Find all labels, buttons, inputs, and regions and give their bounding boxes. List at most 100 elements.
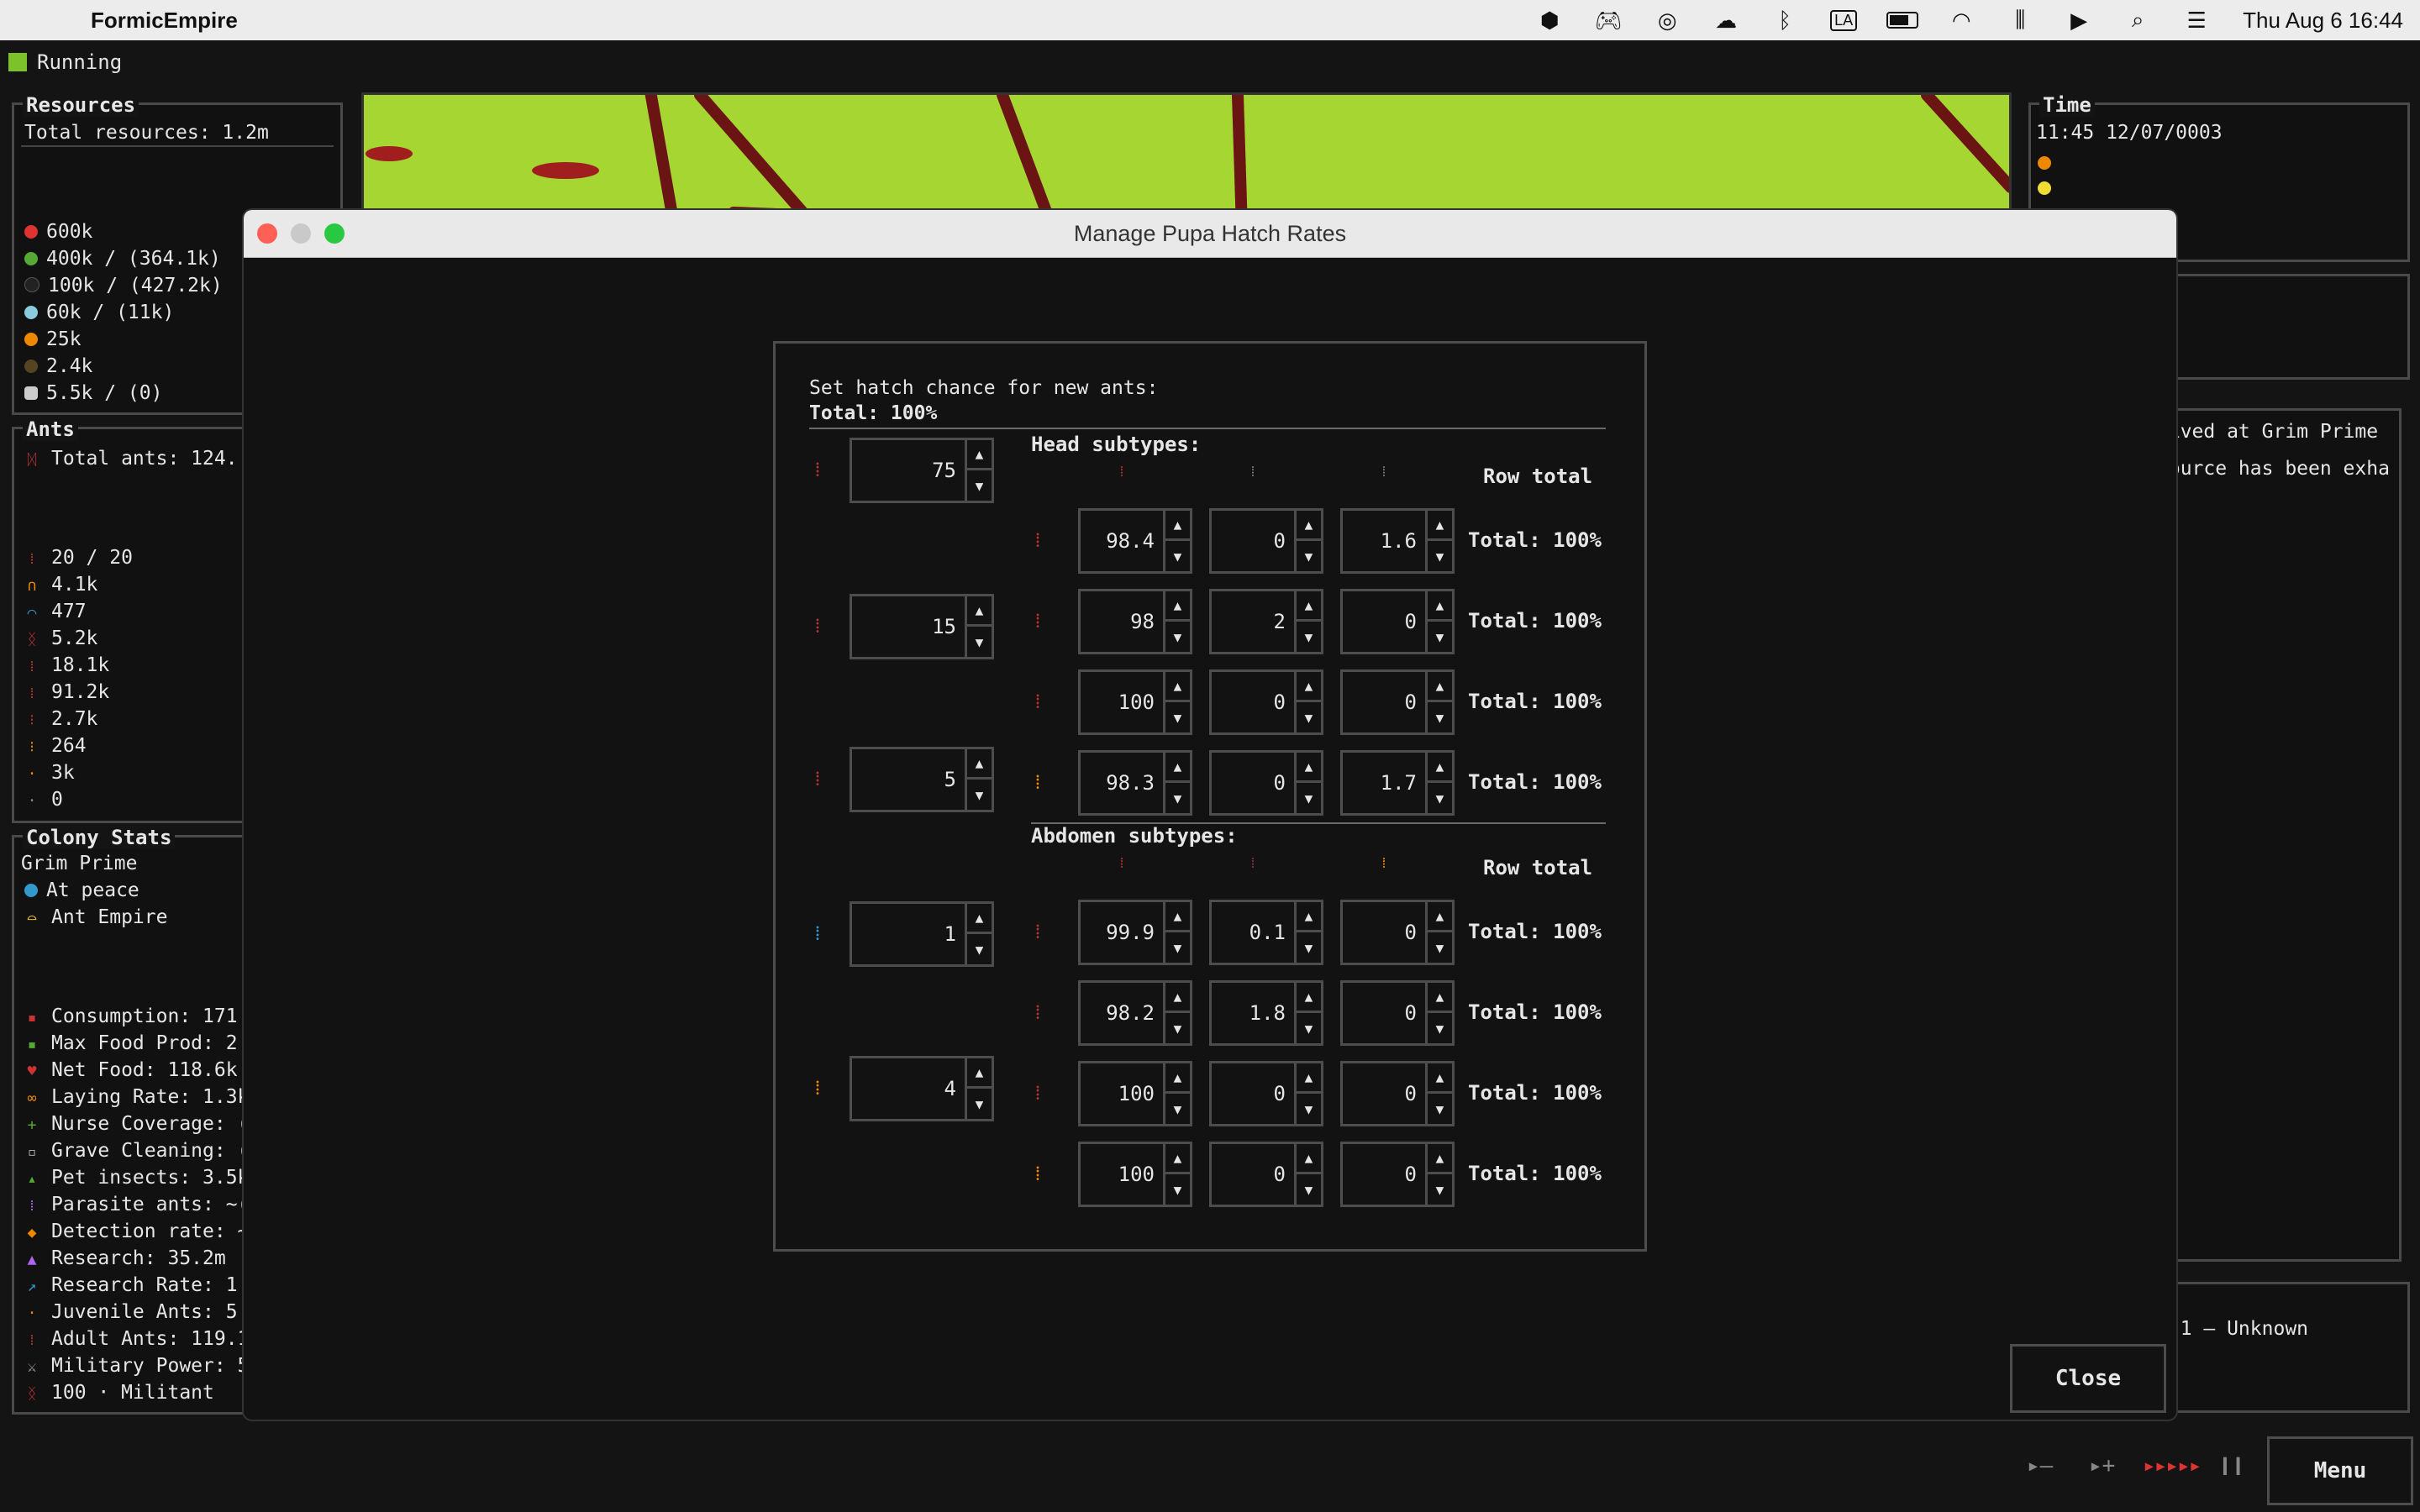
increment-arrow-icon[interactable]: ▲ [1428,508,1455,541]
increment-arrow-icon[interactable]: ▲ [1428,1061,1455,1094]
head-subtype-spinner-value[interactable]: 98.4 [1078,508,1165,574]
decrement-arrow-icon[interactable]: ▼ [1165,932,1192,965]
decrement-arrow-icon[interactable]: ▼ [967,627,994,659]
head-subtype-spinner-value[interactable]: 0 [1340,589,1428,654]
head-subtype-spinner[interactable]: 0 ▲ ▼ [1340,589,1455,654]
increment-arrow-icon[interactable]: ▲ [1428,980,1455,1013]
abdomen-subtype-spinner[interactable]: 98.2 ▲ ▼ [1078,980,1192,1046]
caste-chance-spinner-value[interactable]: 4 [850,1056,967,1121]
decrement-arrow-icon[interactable]: ▼ [1297,541,1323,574]
head-subtype-spinner-value[interactable]: 2 [1209,589,1297,654]
abdomen-subtype-spinner-value[interactable]: 100 [1078,1061,1165,1126]
decrement-arrow-icon[interactable]: ▼ [1165,783,1192,816]
decrement-arrow-icon[interactable]: ▼ [1165,702,1192,735]
abdomen-subtype-spinner[interactable]: 0 ▲ ▼ [1340,900,1455,965]
head-subtype-spinner[interactable]: 2 ▲ ▼ [1209,589,1323,654]
increment-arrow-icon[interactable]: ▲ [967,1056,994,1089]
decrement-arrow-icon[interactable]: ▼ [967,1089,994,1121]
head-subtype-spinner-value[interactable]: 1.7 [1340,750,1428,816]
increment-arrow-icon[interactable]: ▲ [1297,900,1323,932]
decrement-arrow-icon[interactable]: ▼ [1297,1174,1323,1207]
increment-arrow-icon[interactable]: ▲ [1428,669,1455,702]
decrement-arrow-icon[interactable]: ▼ [1428,1094,1455,1126]
increment-arrow-icon[interactable]: ▲ [1297,508,1323,541]
abdomen-subtype-spinner-value[interactable]: 0 [1340,1061,1428,1126]
increment-arrow-icon[interactable]: ▲ [967,747,994,780]
abdomen-subtype-spinner-value[interactable]: 0 [1209,1061,1297,1126]
abdomen-subtype-spinner-value[interactable]: 1.8 [1209,980,1297,1046]
increment-arrow-icon[interactable]: ▲ [1297,669,1323,702]
abdomen-subtype-spinner-value[interactable]: 0 [1340,1142,1428,1207]
increment-arrow-icon[interactable]: ▲ [1297,1061,1323,1094]
search-icon[interactable]: ⌕ [2121,7,2154,33]
increment-arrow-icon[interactable]: ▲ [967,594,994,627]
caste-chance-spinner-value[interactable]: 1 [850,901,967,967]
abdomen-subtype-spinner[interactable]: 0 ▲ ▼ [1340,1142,1455,1207]
head-subtype-spinner[interactable]: 0 ▲ ▼ [1209,750,1323,816]
pause-icon[interactable]: ❙❙ [2218,1453,2244,1478]
menu-button[interactable]: Menu [2267,1436,2413,1505]
head-subtype-spinner-value[interactable]: 98.3 [1078,750,1165,816]
game-map-view[interactable] [361,92,2012,223]
gamepad-icon[interactable]: 🎮︎ [1591,8,1625,33]
slower-icon[interactable]: ▸— [2027,1453,2053,1478]
abdomen-subtype-spinner-value[interactable]: 100 [1078,1142,1165,1207]
abdomen-subtype-spinner-value[interactable]: 0.1 [1209,900,1297,965]
abdomen-subtype-spinner[interactable]: 100 ▲ ▼ [1078,1061,1192,1126]
battery-icon[interactable] [1886,8,1919,33]
increment-arrow-icon[interactable]: ▲ [967,438,994,470]
faster-icon[interactable]: ▸+ [2089,1453,2115,1478]
decrement-arrow-icon[interactable]: ▼ [1297,702,1323,735]
increment-arrow-icon[interactable]: ▲ [1165,669,1192,702]
caste-chance-spinner[interactable]: 5 ▲ ▼ [850,747,994,812]
caste-chance-spinner-value[interactable]: 75 [850,438,967,503]
decrement-arrow-icon[interactable]: ▼ [1297,622,1323,654]
decrement-arrow-icon[interactable]: ▼ [1165,541,1192,574]
abdomen-subtype-spinner[interactable]: 99.9 ▲ ▼ [1078,900,1192,965]
head-subtype-spinner[interactable]: 0 ▲ ▼ [1209,669,1323,735]
abdomen-subtype-spinner-value[interactable]: 0 [1340,900,1428,965]
abdomen-subtype-spinner[interactable]: 0 ▲ ▼ [1209,1061,1323,1126]
decrement-arrow-icon[interactable]: ▼ [967,934,994,967]
increment-arrow-icon[interactable]: ▲ [1165,589,1192,622]
zoom-window-icon[interactable] [324,223,345,244]
abdomen-subtype-spinner-value[interactable]: 99.9 [1078,900,1165,965]
abdomen-subtype-spinner[interactable]: 0 ▲ ▼ [1340,1061,1455,1126]
decrement-arrow-icon[interactable]: ▼ [1165,1013,1192,1046]
head-subtype-spinner-value[interactable]: 0 [1209,750,1297,816]
decrement-arrow-icon[interactable]: ▼ [1428,783,1455,816]
increment-arrow-icon[interactable]: ▲ [1297,589,1323,622]
bluetooth-icon[interactable]: ᛒ [1768,8,1802,33]
head-subtype-spinner[interactable]: 98.3 ▲ ▼ [1078,750,1192,816]
decrement-arrow-icon[interactable]: ▼ [1297,1094,1323,1126]
decrement-arrow-icon[interactable]: ▼ [1165,622,1192,654]
increment-arrow-icon[interactable]: ▲ [1428,1142,1455,1174]
increment-arrow-icon[interactable]: ▲ [1165,750,1192,783]
head-subtype-spinner-value[interactable]: 98 [1078,589,1165,654]
abdomen-subtype-spinner-value[interactable]: 0 [1340,980,1428,1046]
head-subtype-spinner[interactable]: 98 ▲ ▼ [1078,589,1192,654]
head-subtype-spinner[interactable]: 1.6 ▲ ▼ [1340,508,1455,574]
caste-chance-spinner[interactable]: 1 ▲ ▼ [850,901,994,967]
decrement-arrow-icon[interactable]: ▼ [1428,622,1455,654]
increment-arrow-icon[interactable]: ▲ [1428,589,1455,622]
head-subtype-spinner-value[interactable]: 0 [1340,669,1428,735]
increment-arrow-icon[interactable]: ▲ [1165,508,1192,541]
abdomen-subtype-spinner[interactable]: 0 ▲ ▼ [1209,1142,1323,1207]
head-subtype-spinner[interactable]: 98.4 ▲ ▼ [1078,508,1192,574]
increment-arrow-icon[interactable]: ▲ [1297,1142,1323,1174]
increment-arrow-icon[interactable]: ▲ [1165,980,1192,1013]
increment-arrow-icon[interactable]: ▲ [1297,980,1323,1013]
caste-chance-spinner[interactable]: 75 ▲ ▼ [850,438,994,503]
increment-arrow-icon[interactable]: ▲ [967,901,994,934]
abdomen-subtype-spinner[interactable]: 100 ▲ ▼ [1078,1142,1192,1207]
abdomen-subtype-spinner[interactable]: 1.8 ▲ ▼ [1209,980,1323,1046]
abdomen-subtype-spinner-value[interactable]: 0 [1209,1142,1297,1207]
wifi-icon[interactable]: ◠ [1944,8,1978,33]
decrement-arrow-icon[interactable]: ▼ [1165,1094,1192,1126]
dialog-titlebar[interactable]: Manage Pupa Hatch Rates [244,210,2176,258]
speed-indicator-icon[interactable]: ▸▸▸▸▸ [2143,1453,2202,1478]
decrement-arrow-icon[interactable]: ▼ [967,780,994,812]
caste-chance-spinner[interactable]: 15 ▲ ▼ [850,594,994,659]
head-subtype-spinner-value[interactable]: 100 [1078,669,1165,735]
